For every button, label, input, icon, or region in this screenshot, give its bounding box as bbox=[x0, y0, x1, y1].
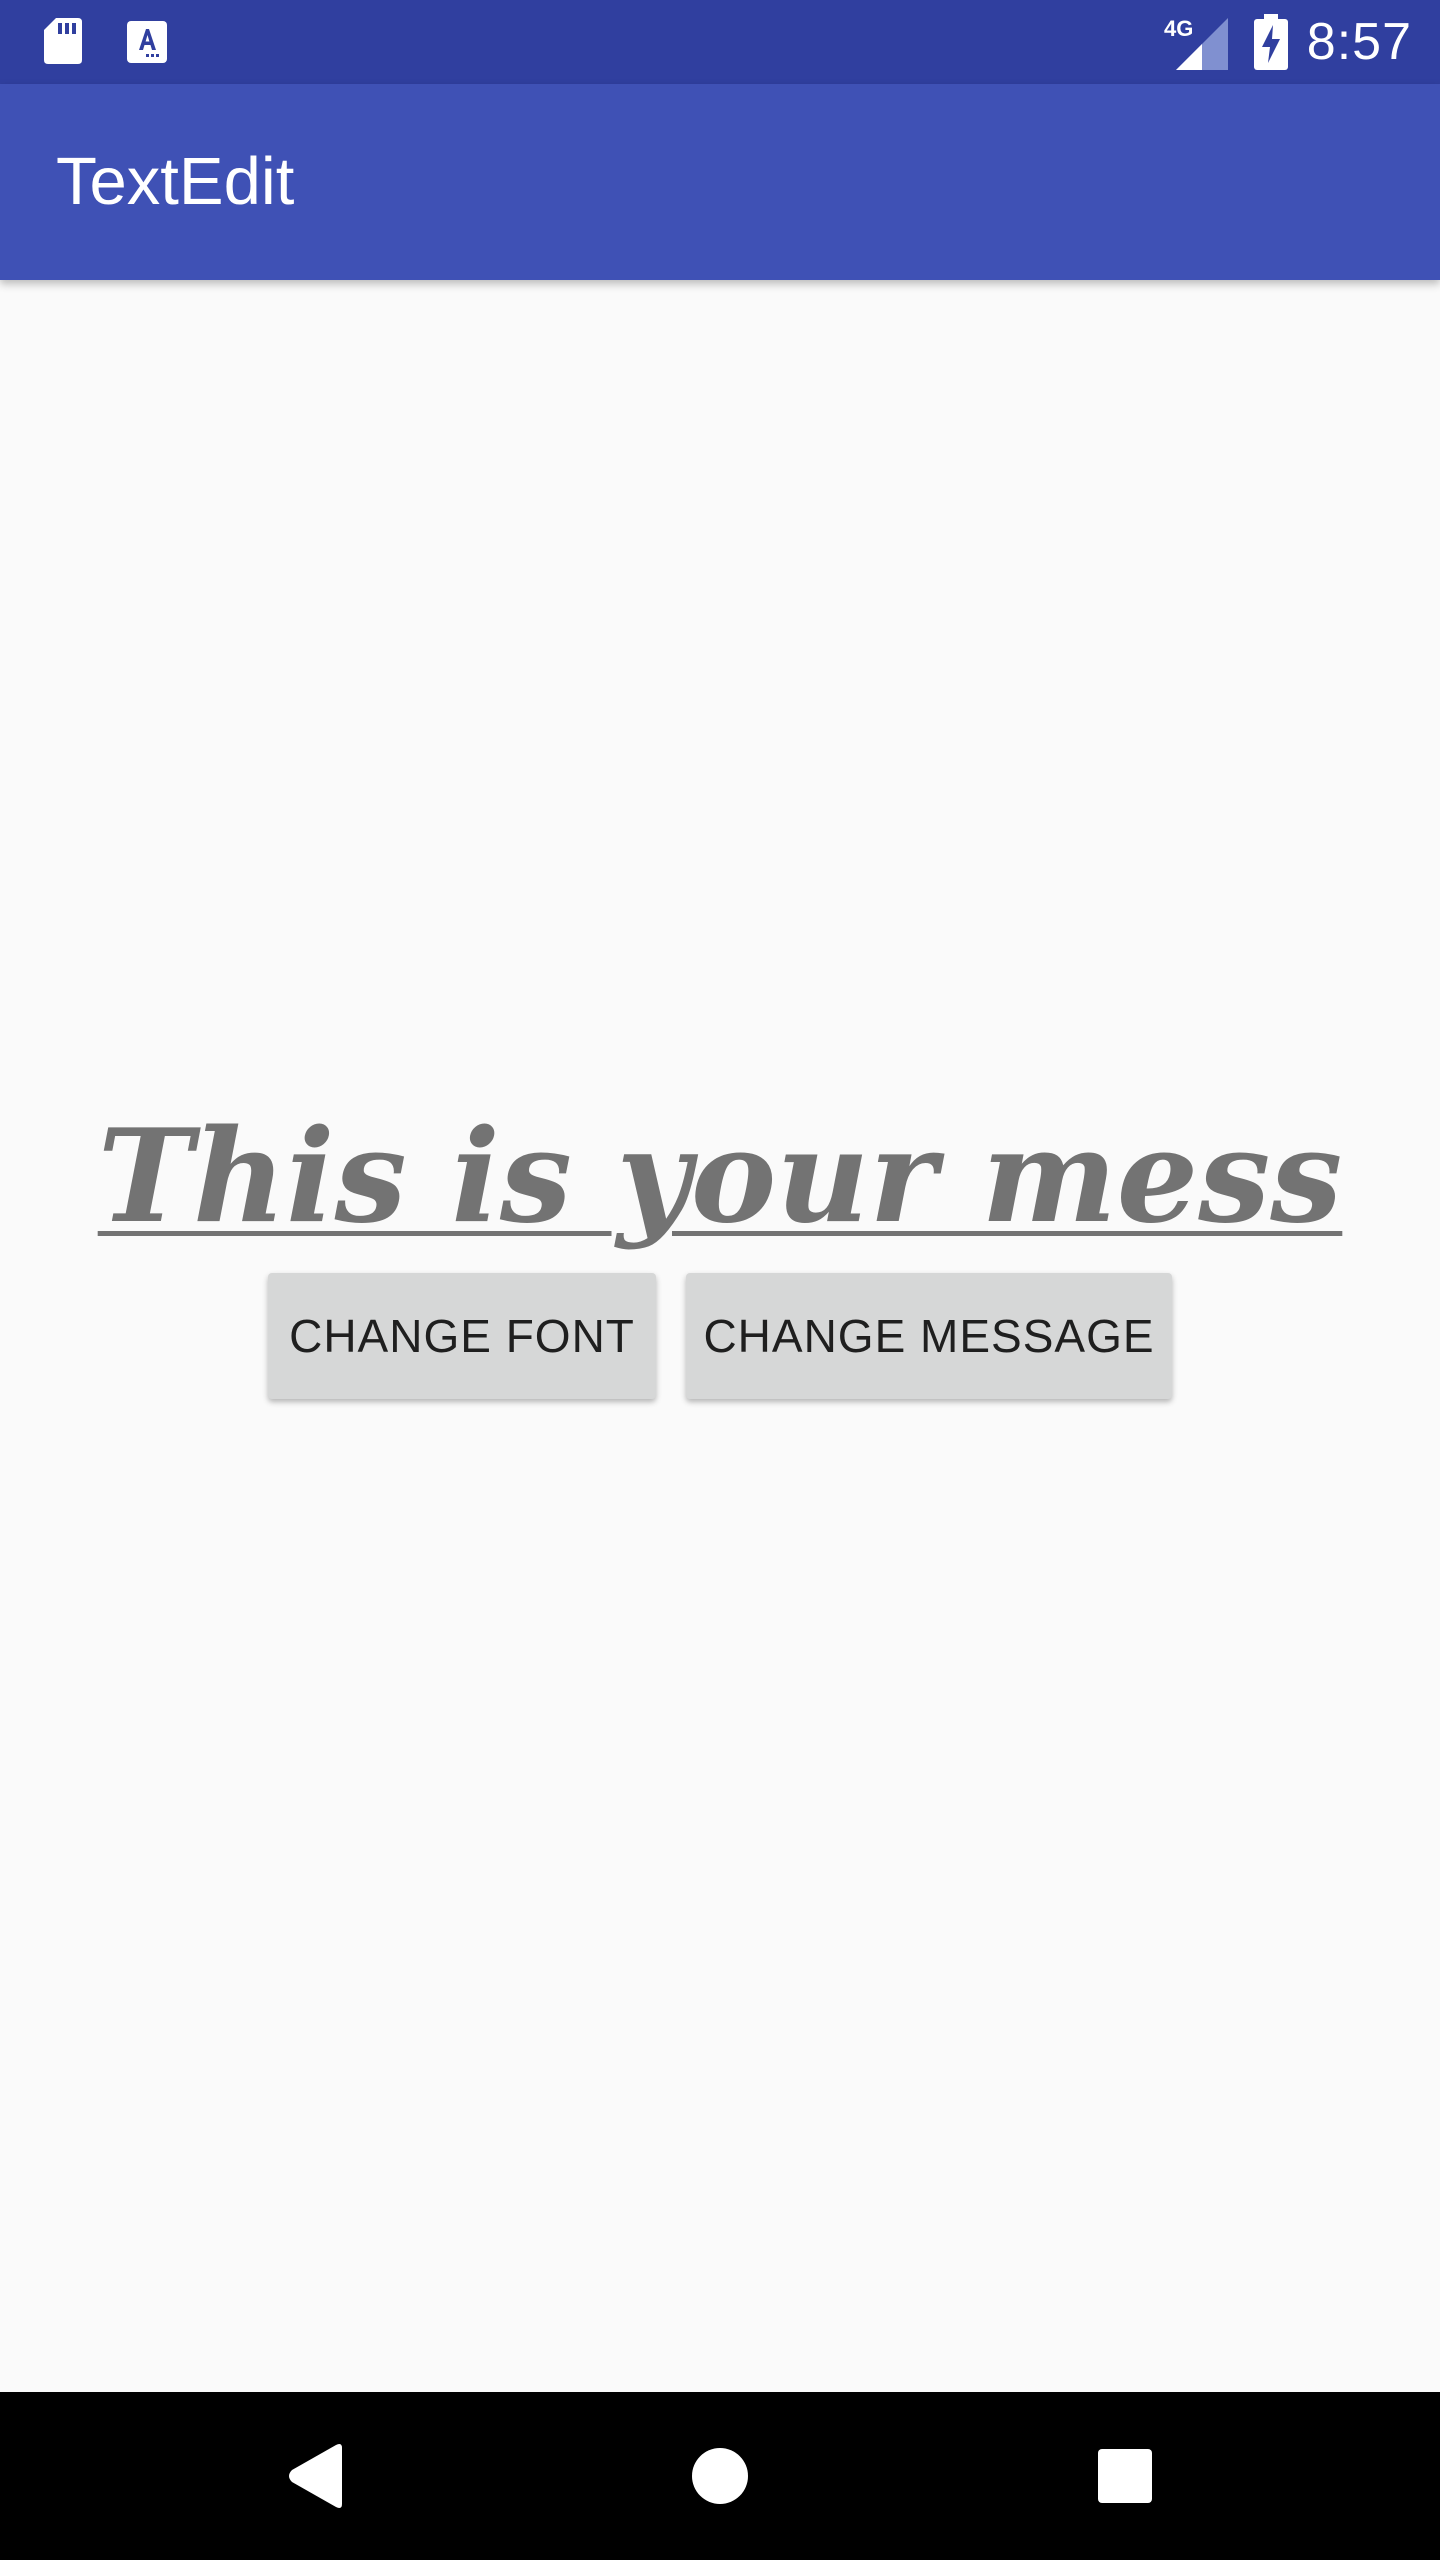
signal-4g-icon: 4G bbox=[1164, 16, 1228, 70]
network-type-label: 4G bbox=[1164, 16, 1193, 41]
main-content: This is your mess CHANGE FONT CHANGE MES… bbox=[0, 280, 1440, 2392]
message-text: This is your mess bbox=[97, 1102, 1343, 1252]
app-bar: TextEdit bbox=[0, 84, 1440, 280]
home-icon[interactable] bbox=[670, 2426, 770, 2526]
battery-charging-icon bbox=[1254, 14, 1288, 70]
change-font-button[interactable]: CHANGE FONT bbox=[268, 1273, 656, 1399]
change-message-button[interactable]: CHANGE MESSAGE bbox=[686, 1273, 1172, 1399]
status-time: 8:57 bbox=[1306, 13, 1412, 71]
sd-card-icon bbox=[44, 18, 82, 64]
app-title: TextEdit bbox=[56, 144, 295, 219]
back-icon[interactable] bbox=[266, 2426, 366, 2526]
navigation-bar bbox=[0, 2392, 1440, 2560]
recents-icon[interactable] bbox=[1075, 2426, 1175, 2526]
keyboard-a-icon bbox=[127, 21, 167, 63]
status-bar: 4G 8:57 bbox=[0, 0, 1440, 84]
